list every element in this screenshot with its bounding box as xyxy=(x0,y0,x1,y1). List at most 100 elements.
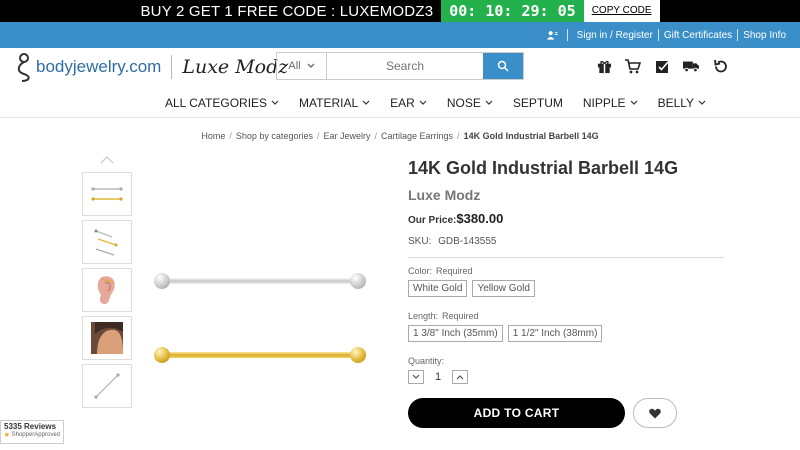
nav-nipple[interactable]: NIPPLE xyxy=(583,96,638,110)
add-to-cart-button[interactable]: ADD TO CART xyxy=(408,398,625,428)
nav-material[interactable]: MATERIAL xyxy=(299,96,370,110)
thumbnail-ear-photo[interactable] xyxy=(82,268,132,312)
quantity-label: Quantity: xyxy=(408,356,445,366)
star-icon xyxy=(4,431,10,438)
single-barbell-thumbnail-image xyxy=(94,373,120,399)
breadcrumb-home[interactable]: Home xyxy=(201,131,225,141)
yellow-gold-barbell-image xyxy=(150,347,370,363)
user-icon xyxy=(546,31,558,40)
product-price: Our Price:$380.00 xyxy=(408,211,724,226)
search-input[interactable] xyxy=(327,53,483,79)
divider xyxy=(566,29,568,41)
shop-info-link[interactable]: Shop Info xyxy=(743,30,786,41)
thumbnail-angled-barbells[interactable] xyxy=(82,220,132,264)
chevron-down-icon xyxy=(362,100,370,105)
search-category-value: All xyxy=(288,60,301,72)
length-options: 1 3/8" Inch (35mm) 1 1/2" Inch (38mm) xyxy=(408,325,724,342)
reviews-count: 5335 Reviews xyxy=(4,422,57,431)
nav-label: ALL CATEGORIES xyxy=(165,95,268,110)
promo-timer: 00: 10: 29: 05 xyxy=(441,0,584,22)
product-info: 14K Gold Industrial Barbell 14G Luxe Mod… xyxy=(408,158,724,428)
ear-photo-thumbnail-image xyxy=(97,276,115,304)
color-option-yellow-gold[interactable]: Yellow Gold xyxy=(472,280,535,297)
breadcrumb-ear-jewelry[interactable]: Ear Jewelry xyxy=(323,131,370,141)
promo-text: BUY 2 GET 1 FREE CODE : LUXEMODZ3 xyxy=(140,2,434,20)
sign-in-link[interactable]: Sign in / Register xyxy=(546,29,653,41)
returns-icon[interactable] xyxy=(712,58,728,74)
barbell-ball xyxy=(350,273,366,289)
logo[interactable]: bodyjewelry.com Luxe Modz xyxy=(14,52,288,82)
search-category-select[interactable]: All xyxy=(277,53,327,79)
breadcrumb-shop-by-categories[interactable]: Shop by categories xyxy=(236,131,313,141)
thumbnail-model-photo[interactable] xyxy=(82,316,132,360)
thumbnail-single-barbell[interactable] xyxy=(82,364,132,408)
angled-barbells-thumbnail-image xyxy=(94,229,118,256)
product-image[interactable] xyxy=(150,273,370,422)
sign-in-label: Sign in / Register xyxy=(576,29,653,41)
length-option-35mm[interactable]: 1 3/8" Inch (35mm) xyxy=(408,325,503,342)
product-title: 14K Gold Industrial Barbell 14G xyxy=(408,158,679,178)
divider xyxy=(737,29,739,41)
quantity-value[interactable]: 1 xyxy=(430,371,446,383)
thumbnail-scroll-up-button[interactable] xyxy=(99,154,115,170)
nav-label: NIPPLE xyxy=(582,95,626,110)
price-value: $380.00 xyxy=(456,211,504,226)
breadcrumb-cartilage-earrings[interactable]: Cartilage Earrings xyxy=(381,131,453,141)
search-button[interactable] xyxy=(483,53,523,79)
length-option-38mm[interactable]: 1 1/2" Inch (38mm) xyxy=(507,325,603,342)
utility-bar: Sign in / Register Gift Certificates Sho… xyxy=(0,22,800,48)
barbell-ball xyxy=(154,273,170,289)
chevron-up-icon xyxy=(456,375,464,380)
logo-text: bodyjewelry.com xyxy=(36,57,162,76)
sku-value: GDB-143555 xyxy=(438,236,497,247)
shipping-truck-icon[interactable] xyxy=(683,58,699,74)
chevron-down-icon xyxy=(630,100,637,105)
product-main: 14K Gold Industrial Barbell 14G Luxe Mod… xyxy=(0,154,800,450)
logo-mark-icon xyxy=(17,53,30,82)
color-label: Color: Required xyxy=(408,266,724,276)
nav-belly[interactable]: BELLY xyxy=(658,96,706,110)
breadcrumb: Home / Shop by categories / Ear Jewelry … xyxy=(0,118,800,154)
required-text: Required xyxy=(436,266,473,276)
reviews-badge[interactable]: 5335 Reviews ShopperApproved xyxy=(0,420,64,444)
color-options: White Gold Yellow Gold xyxy=(408,280,724,297)
quantity-increase-button[interactable] xyxy=(452,370,468,384)
nav-all-categories[interactable]: ALL CATEGORIES xyxy=(165,96,279,110)
color-label-text: Color: xyxy=(408,266,433,276)
chevron-down-icon xyxy=(412,374,420,379)
copy-code-button[interactable]: COPY CODE xyxy=(583,0,660,22)
color-option-white-gold[interactable]: White Gold xyxy=(408,280,468,297)
barbell-rod xyxy=(162,352,358,358)
nav-label: EAR xyxy=(390,95,415,110)
heart-icon xyxy=(649,408,661,418)
length-label-text: Length: xyxy=(408,311,439,321)
search-icon xyxy=(497,60,509,72)
nav-septum[interactable]: SEPTUM xyxy=(513,96,563,110)
wishlist-button[interactable] xyxy=(633,398,677,428)
quantity-decrease-button[interactable] xyxy=(408,370,424,384)
nav-ear[interactable]: EAR xyxy=(390,96,427,110)
price-label: Our Price: xyxy=(408,215,457,226)
breadcrumb-separator: / xyxy=(229,131,232,141)
product-brand[interactable]: Luxe Modz xyxy=(408,187,724,203)
breadcrumb-current: 14K Gold Industrial Barbell 14G xyxy=(463,131,599,141)
shopper-approved-badge: ShopperApproved xyxy=(4,431,60,438)
promo-bar: BUY 2 GET 1 FREE CODE : LUXEMODZ3 00: 10… xyxy=(0,0,800,22)
header-icons xyxy=(596,58,728,74)
thumbnail-barbells[interactable] xyxy=(82,172,132,216)
gift-certificates-link[interactable]: Gift Certificates xyxy=(664,30,732,41)
divider xyxy=(171,55,173,79)
main-nav: ALL CATEGORIES MATERIAL EAR NOSE SEPTUM … xyxy=(0,88,800,118)
white-gold-barbell-image xyxy=(150,273,370,289)
site-header: bodyjewelry.com Luxe Modz All xyxy=(0,48,800,88)
nav-nose[interactable]: NOSE xyxy=(447,96,493,110)
nav-label: BELLY xyxy=(657,95,695,110)
gift-icon[interactable] xyxy=(596,58,612,74)
quantity-stepper: 1 xyxy=(408,370,724,384)
divider xyxy=(657,29,659,41)
breadcrumb-separator: / xyxy=(457,131,460,141)
breadcrumb-separator: / xyxy=(374,131,378,141)
order-status-icon[interactable] xyxy=(654,58,670,74)
cart-icon[interactable] xyxy=(625,58,641,74)
search-bar: All xyxy=(276,52,524,80)
